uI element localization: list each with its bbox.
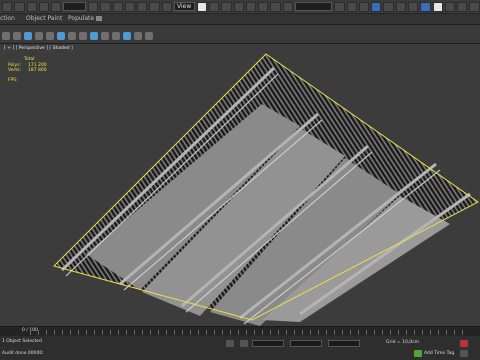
stats-verts-label: Verts: xyxy=(8,68,21,73)
reference-coordinate-dropdown[interactable]: View xyxy=(174,2,195,11)
mirror-button[interactable] xyxy=(334,1,345,12)
spinner-snap-button[interactable] xyxy=(270,1,281,12)
pivot-center-button[interactable] xyxy=(196,1,207,12)
render-shortcut-button[interactable] xyxy=(469,1,480,12)
add-time-tag-button[interactable]: Add Time Tag xyxy=(424,351,454,356)
bone-icon[interactable] xyxy=(79,32,87,40)
timeline-ticks xyxy=(30,330,470,335)
link-button[interactable] xyxy=(26,1,37,12)
schematic-view-button[interactable] xyxy=(395,1,406,12)
y-coordinate-field[interactable] xyxy=(290,340,322,347)
hide-icon[interactable] xyxy=(13,32,21,40)
select-manipulate-button[interactable] xyxy=(208,1,220,12)
rendered-frame-window-button[interactable] xyxy=(432,1,443,12)
layer-explorer-button[interactable] xyxy=(358,1,370,12)
helper-icon[interactable] xyxy=(57,32,65,40)
unlink-button[interactable] xyxy=(38,1,50,12)
named-selection-set-dropdown[interactable] xyxy=(295,2,333,11)
shape-icon[interactable] xyxy=(35,32,43,40)
viewport-label[interactable]: [ + ] [ Perspective ] [ Shaded ] xyxy=(4,46,73,51)
light-icon[interactable] xyxy=(24,32,32,40)
stats-fps-label: FPS: xyxy=(8,77,18,83)
absolute-mode-icon[interactable] xyxy=(240,340,248,347)
snap-toggle-button[interactable] xyxy=(233,1,244,12)
layer-icon[interactable] xyxy=(112,32,120,40)
group-icon[interactable] xyxy=(90,32,98,40)
camera-icon[interactable] xyxy=(46,32,54,40)
render-production-button[interactable] xyxy=(444,1,456,12)
viewport-toolbar xyxy=(0,30,232,42)
tab-object-paint[interactable]: Object Paint xyxy=(26,14,62,24)
curve-editor-button[interactable] xyxy=(383,1,394,12)
viewport-statistics: Total Polys: 171 200 Verts: 187 800 FPS: xyxy=(8,57,47,83)
rectangular-selection-button[interactable] xyxy=(112,1,123,12)
perspective-viewport[interactable]: [ + ] [ Perspective ] [ Shaded ] Total P… xyxy=(0,44,480,326)
tab-populate[interactable]: Populate xyxy=(68,14,94,24)
tab-selection[interactable]: ction xyxy=(0,14,15,24)
scene-render xyxy=(53,53,479,326)
find-icon[interactable] xyxy=(145,32,153,40)
selection-filter-dropdown[interactable] xyxy=(63,2,86,11)
window-crossing-button[interactable] xyxy=(124,1,136,12)
scene-explorer-button[interactable] xyxy=(371,1,382,12)
main-toolbar: View xyxy=(0,0,480,14)
undo-button[interactable] xyxy=(2,1,13,12)
select-by-name-button[interactable] xyxy=(100,1,111,12)
edit-named-selection-button[interactable] xyxy=(282,1,293,12)
frozen-icon[interactable] xyxy=(101,32,109,40)
time-tag-icon[interactable] xyxy=(414,350,422,357)
x-coordinate-field[interactable] xyxy=(252,340,284,347)
material-editor-button[interactable] xyxy=(408,1,419,12)
align-button[interactable] xyxy=(346,1,357,12)
redo-button[interactable] xyxy=(14,1,25,12)
status-bar: 1 Object Selected Audit done 00h00: Grid… xyxy=(0,336,480,360)
bind-spacewarp-button[interactable] xyxy=(51,1,62,12)
select-rotate-button[interactable] xyxy=(149,1,160,12)
filter-icon[interactable] xyxy=(134,32,142,40)
ribbon-options-icon[interactable] xyxy=(96,16,102,21)
render-iterative-button[interactable] xyxy=(457,1,468,12)
select-scale-button[interactable] xyxy=(161,1,173,12)
selection-count-text: 1 Object Selected xyxy=(2,339,42,344)
percent-snap-button[interactable] xyxy=(258,1,269,12)
grid-spacing-text: Grid = 10,0cm xyxy=(386,340,419,345)
sort-icon[interactable] xyxy=(123,32,131,40)
angle-snap-button[interactable] xyxy=(245,1,257,12)
ribbon-tabs: ction Object Paint Populate xyxy=(0,14,480,25)
set-key-button[interactable] xyxy=(460,350,468,357)
z-coordinate-field[interactable] xyxy=(328,340,360,347)
stats-verts-value: 187 800 xyxy=(28,68,47,73)
auto-key-button[interactable] xyxy=(460,340,468,347)
display-icon[interactable] xyxy=(2,32,10,40)
lock-icon[interactable] xyxy=(226,340,234,347)
select-object-button[interactable] xyxy=(87,1,99,12)
render-setup-button[interactable] xyxy=(420,1,431,12)
keyboard-shortcut-button[interactable] xyxy=(221,1,232,12)
spacewarp-icon[interactable] xyxy=(68,32,76,40)
prompt-line-text: Audit done 00h00: xyxy=(2,351,44,356)
select-move-button[interactable] xyxy=(137,1,148,12)
